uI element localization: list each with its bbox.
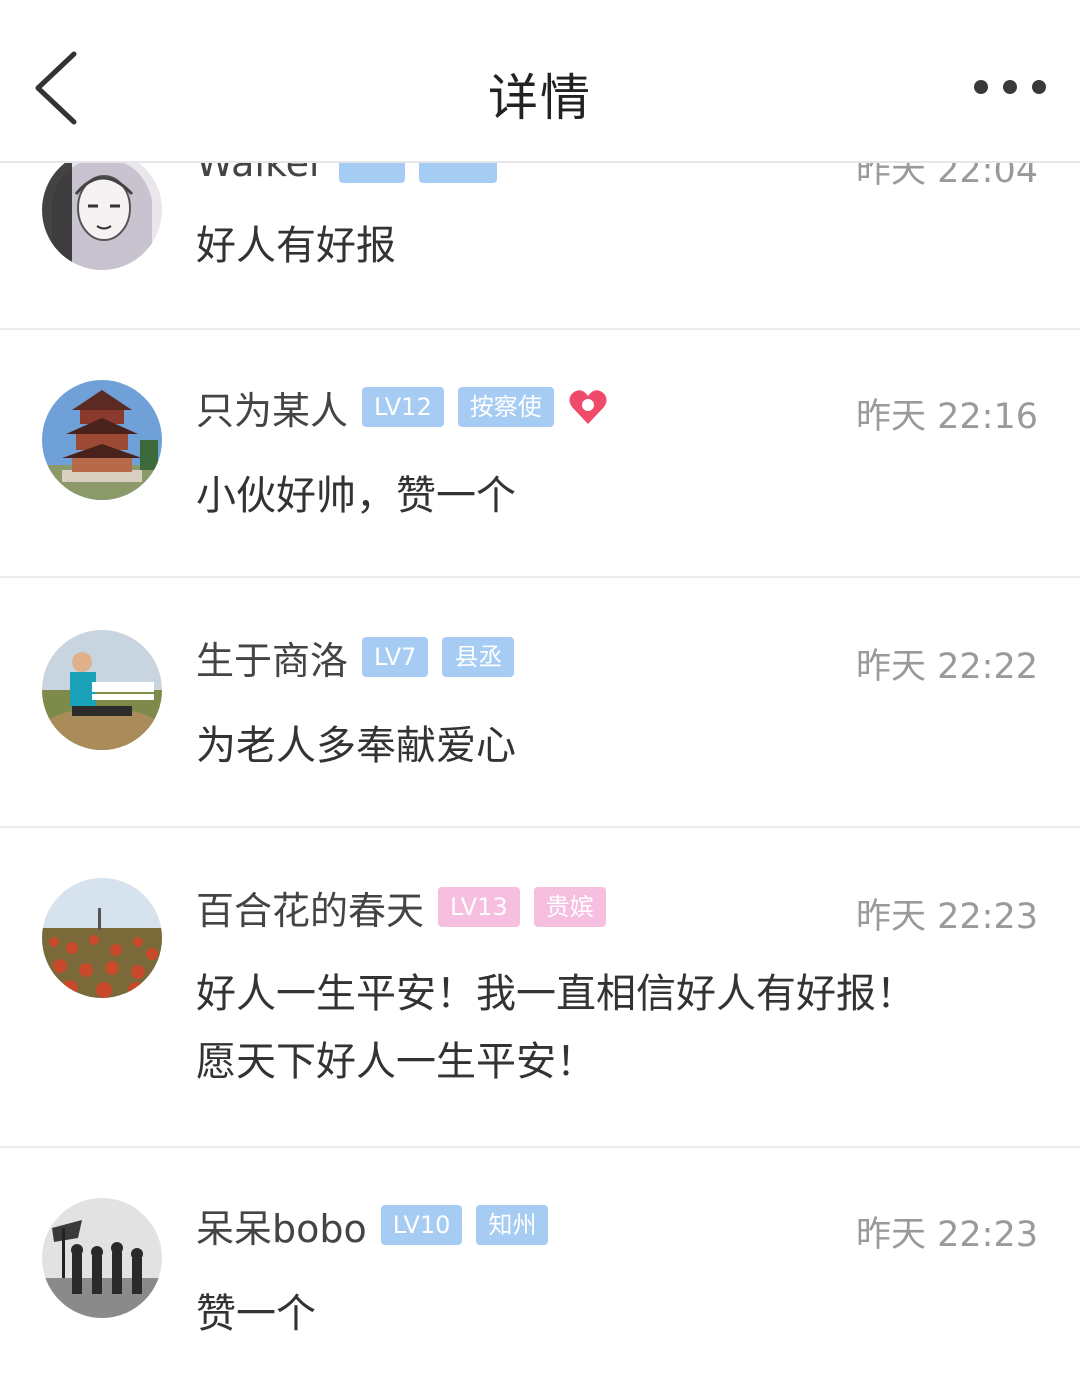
title-badge: 县丞	[442, 637, 515, 677]
avatar[interactable]	[42, 630, 162, 750]
top-nav-bar: 详情	[0, 0, 1080, 163]
comment-text: 好人一生平安！我一直相信好人有好报！ 愿天下好人一生平安！	[196, 960, 1036, 1096]
comment-item[interactable]: 百合花的春天 LV13 贵嫔 昨天 22:23 好人一生平安！我一直相信好人有好…	[0, 828, 1080, 1148]
comment-text-line: 愿天下好人一生平安！	[196, 1039, 596, 1085]
level-badge: LV7	[362, 637, 429, 677]
comment-time: 昨天 22:23	[856, 897, 1038, 937]
comment-item[interactable]: Walker 昨天 22:04 好人有好报	[0, 140, 1080, 330]
comment-item[interactable]: 呆呆bobo LV10 知州 昨天 22:23 赞一个	[0, 1148, 1080, 1389]
username[interactable]: 生于商洛	[196, 630, 348, 685]
level-badge: LV10	[380, 1205, 463, 1245]
dot	[1032, 80, 1046, 94]
title-badge: 贵嫔	[533, 887, 606, 927]
comment-item[interactable]: 只为某人 LV12 按察使 昨天 22:16 小伙好帅，赞一个	[0, 330, 1080, 578]
comment-text: 好人有好报	[196, 223, 396, 269]
title-badge: 知州	[476, 1205, 549, 1245]
username[interactable]: 呆呆bobo	[196, 1198, 367, 1253]
avatar[interactable]	[42, 380, 162, 500]
comment-item[interactable]: 生于商洛 LV7 县丞 昨天 22:22 为老人多奉献爱心	[0, 578, 1080, 828]
dot	[1003, 80, 1017, 94]
heart-icon	[569, 390, 607, 424]
comment-text: 赞一个	[196, 1291, 316, 1337]
comment-text-line: 好人一生平安！我一直相信好人有好报！	[196, 971, 916, 1017]
level-badge: LV12	[362, 387, 444, 427]
avatar[interactable]	[42, 150, 162, 270]
comment-text: 小伙好帅，赞一个	[196, 473, 516, 519]
username[interactable]: 只为某人	[196, 380, 348, 435]
username[interactable]: 百合花的春天	[196, 880, 424, 935]
comment-time: 昨天 22:16	[856, 397, 1038, 437]
avatar[interactable]	[42, 878, 162, 998]
level-badge: LV13	[438, 887, 520, 927]
page-title: 详情	[488, 69, 592, 127]
comment-time: 昨天 22:22	[856, 647, 1038, 687]
comment-text: 为老人多奉献爱心	[196, 723, 516, 769]
title-badge: 按察使	[457, 387, 554, 427]
comment-time: 昨天 22:23	[856, 1215, 1038, 1255]
more-dots-icon[interactable]	[974, 76, 1046, 98]
avatar[interactable]	[42, 1198, 162, 1318]
dot	[974, 80, 988, 94]
